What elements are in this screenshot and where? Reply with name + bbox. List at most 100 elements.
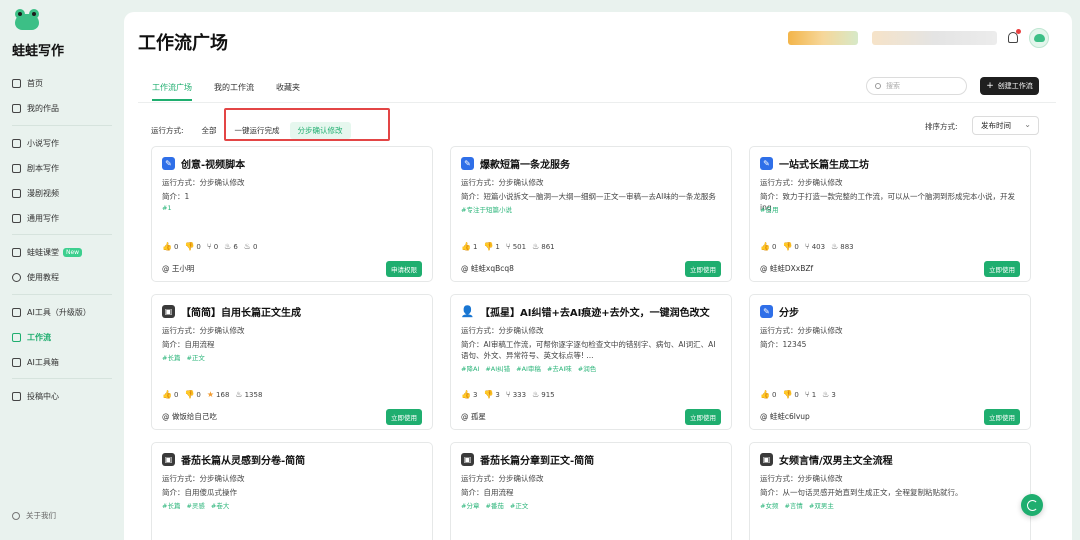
workflow-icon [12,333,21,342]
card-tag[interactable]: #灵感 [186,502,204,510]
sort-select[interactable]: 发布时间 ⌄ [972,116,1039,135]
card-tag[interactable]: #润色 [578,365,596,373]
card-title-row: ▣ 女频言情/双男主文全流程 [760,452,893,467]
card-author[interactable]: @ 孤星 [461,411,486,422]
card-tag[interactable]: #正文 [510,502,528,510]
use-now-button[interactable]: 立即使用 [386,409,422,425]
use-now-button[interactable]: 立即使用 [685,261,721,277]
like-stat[interactable]: 👍 0 [760,390,776,399]
like-count: 1 [472,242,478,251]
dislike-count: 0 [794,242,799,251]
sidebar-item-8[interactable]: AI工具（升级版） [12,304,91,321]
sidebar-item-4[interactable]: 漫剧视频 [12,185,59,202]
sidebar-item-0[interactable]: 首页 [12,75,43,92]
sidebar-item-11[interactable]: 投稿中心 [12,388,59,405]
avatar[interactable] [1029,28,1049,48]
workflow-card[interactable]: ▣ 番茄长篇从灵感到分卷-简简 运行方式：分步确认修改 简介：自用傻瓜式操作 #长篇 #灵… [151,442,433,540]
about-us-link[interactable]: 关于我们 [12,510,56,521]
fork-stat: ⑂ 501 [506,242,526,251]
workflow-card[interactable]: ▣ 番茄长篇分章到正文-简简 运行方式：分步确认修改 简介：自用流程 #分章 #番茄 #正文… [450,442,732,540]
tab-favorites[interactable]: 收藏夹 [276,82,300,101]
sidebar-item-1[interactable]: 我的作品 [12,100,59,117]
like-count: 3 [472,390,478,399]
dislike-count: 1 [495,242,500,251]
card-tag[interactable]: #AI审稿 [516,365,541,373]
card-tag[interactable]: #分章 [461,502,479,510]
dislike-stat[interactable]: 👎 0 [782,390,798,399]
sidebar-item-10[interactable]: AI工具箱 [12,354,59,371]
use-now-button[interactable]: 立即使用 [984,261,1020,277]
like-stat[interactable]: 👍 3 [461,390,477,399]
dislike-stat[interactable]: 👎 0 [782,242,798,251]
sidebar-item-9[interactable]: 工作流 [12,329,51,346]
workflow-card[interactable]: ▣ 【简简】自用长篇正文生成 运行方式：分步确认修改 简介：自用流程 #长篇 #正文 👍 0 👎… [151,294,433,430]
card-tag[interactable]: #长篇 [162,502,180,510]
views-count: 0 [252,242,258,251]
app-name: 蛙蛙写作 [12,44,65,59]
dislike-stat[interactable]: 👎 0 [184,390,200,399]
card-author[interactable]: @ 蛙蛙xqBcq8 [461,263,514,274]
sidebar-item-5[interactable]: 通用写作 [12,210,59,227]
workflow-card[interactable]: 👤 【孤星】AI纠错+去AI痕迹+去外文，一键润色改文 运行方式：分步确认修改 简介：… [450,294,732,430]
like-stat[interactable]: 👍 0 [760,242,776,251]
usage-stat: ♨ 1358 [235,390,262,399]
sidebar-item-3[interactable]: 剧本写作 [12,160,59,177]
sidebar-item-6[interactable]: 蛙蛙课堂 New [12,244,83,261]
card-tag[interactable]: #双男主 [809,502,834,510]
workflow-card[interactable]: ✎ 一站式长篇生成工坊 运行方式：分步确认修改 简介：致力于打造一款完整的工作流，可以… [749,146,1031,282]
workflow-icon: ▣ [461,453,474,466]
card-tag[interactable]: #去AI味 [547,365,572,373]
workflow-card[interactable]: ✎ 创意-视频脚本 运行方式：分步确认修改 简介：1 #1 👍 0 👎 0 ⑂ 0 ♨ 6 ♨ 0 @ 王小明… [151,146,433,282]
card-author[interactable]: @ 王小明 [162,263,194,274]
like-stat[interactable]: 👍 1 [461,242,477,251]
use-now-button[interactable]: 立即使用 [685,409,721,425]
card-tag[interactable]: #卷大 [211,502,229,510]
like-stat[interactable]: 👍 0 [162,242,178,251]
like-stat[interactable]: 👍 0 [162,390,178,399]
chat-support-button[interactable] [1021,494,1043,516]
card-author[interactable]: @ 做饭给自己吃 [162,411,217,422]
dislike-stat[interactable]: 👎 3 [483,390,499,399]
workflow-card[interactable]: ▣ 女频言情/双男主文全流程 运行方式：分步确认修改 简介：从一句话灵感开始直到生成正… [749,442,1031,540]
workflow-card[interactable]: ✎ 分步 运行方式：分步确认修改 简介：12345 👍 0 👎 0 ⑂ 1 ♨ 3 @ 蛙蛙c6lvup… [749,294,1031,430]
workflow-card[interactable]: ✎ 爆款短篇一条龙服务 运行方式：分步确认修改 简介：短篇小说拆文—脑洞—大纲—细纲—… [450,146,732,282]
dislike-stat[interactable]: 👎 0 [184,242,200,251]
blurred-banner[interactable] [788,31,858,45]
sidebar-item-2[interactable]: 小说写作 [12,135,59,152]
card-tag[interactable]: #长篇 [162,354,180,362]
avatar-icon: 👤 [460,305,475,318]
fork-icon: ⑂ [804,390,810,399]
frog-logo-icon[interactable] [14,8,40,34]
card-author[interactable]: @ 蛙蛙c6lvup [760,411,810,422]
tab-my-workflows[interactable]: 我的工作流 [214,82,254,101]
card-tag[interactable]: #女频 [760,502,778,510]
card-tag[interactable]: #番茄 [485,502,503,510]
thumbs-up-icon: 👍 [760,242,770,251]
search-input[interactable]: 搜索 [866,77,967,95]
card-author[interactable]: @ 蛙蛙DXxBZf [760,263,813,274]
card-tag[interactable]: #言情 [784,502,802,510]
card-tag[interactable]: #自用 [760,206,778,214]
chevron-down-icon: ⌄ [1024,120,1031,129]
filter-all[interactable]: 全部 [202,125,217,136]
tab-workflow-plaza[interactable]: 工作流广场 [152,82,192,101]
usage-stat: ♨ 915 [532,390,555,399]
card-tag[interactable]: #降AI [461,365,479,373]
request-access-button[interactable]: 申请权限 [386,261,422,277]
card-tags: #分章 #番茄 #正文 [461,500,534,510]
use-now-button[interactable]: 立即使用 [984,409,1020,425]
sidebar-item-label: 蛙蛙课堂 [27,248,59,257]
fork-count: 501 [512,242,527,251]
create-workflow-button[interactable]: + 创建工作流 [980,77,1039,95]
sidebar-item-label: 通用写作 [27,214,59,223]
card-tag[interactable]: #AI纠错 [485,365,510,373]
submit-icon [12,392,21,401]
dislike-stat[interactable]: 👎 1 [483,242,499,251]
card-tag[interactable]: #1 [162,204,172,212]
card-run-mode: 运行方式：分步确认修改 [760,474,843,483]
sidebar-item-7[interactable]: 使用教程 [12,269,59,286]
usage-stat: ♨ 6 [224,242,238,251]
card-tag[interactable]: #正文 [186,354,204,362]
card-tag[interactable]: #专注于短篇小说 [461,206,512,214]
blurred-promo[interactable] [872,31,997,45]
